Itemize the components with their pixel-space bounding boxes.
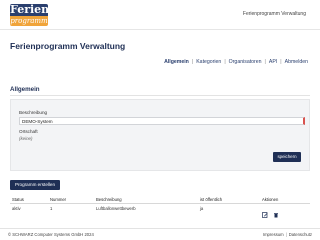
footer-separator: | (285, 232, 287, 237)
top-bar: Ferien programm Ferienprogramm Verwaltun… (0, 0, 320, 30)
tab-allgemein[interactable]: Allgemein (164, 59, 189, 65)
tab-nav: Allgemein | Kategorien | Organisatoren | API | A… (164, 59, 308, 65)
trash-icon[interactable] (273, 205, 279, 218)
settings-form: Beschreibung Ortschaft (keine) speichern (10, 99, 310, 171)
tab-separator: | (280, 59, 282, 65)
tab-abmelden[interactable]: Abmelden (285, 59, 308, 65)
tab-organisatoren[interactable]: Organisatoren (229, 59, 262, 65)
description-input[interactable] (19, 117, 305, 125)
row-status: aktiv (12, 206, 21, 211)
logo-line2: programm (10, 16, 48, 26)
logo[interactable]: Ferien programm (10, 3, 50, 26)
app-name: Ferienprogramm Verwaltung (242, 11, 306, 17)
create-program-button[interactable]: Programm erstellen (10, 180, 60, 190)
logo-line1: Ferien (10, 3, 50, 16)
table-header: Status Nummer Beschreibung ist öffentlic… (10, 195, 310, 204)
description-label: Beschreibung (19, 110, 48, 115)
footer-links: Impressum | Datenschutz (263, 232, 312, 237)
tab-separator: | (191, 59, 194, 65)
footer: © SCHWARZ Computer Systems GmbH 2024 Imp… (0, 228, 320, 240)
place-value: (keine) (19, 136, 33, 141)
page-title: Ferienprogramm Verwaltung (10, 41, 126, 51)
tab-kategorien[interactable]: Kategorien (196, 59, 221, 65)
column-header-number: Nummer (50, 197, 67, 202)
row-number: 1 (50, 206, 53, 211)
column-header-status: Status (12, 197, 24, 202)
row-public: ja (200, 206, 204, 211)
tab-api[interactable]: API (269, 59, 277, 65)
tab-separator: | (224, 59, 226, 65)
program-table: Status Nummer Beschreibung ist öffentlic… (10, 195, 310, 218)
datenschutz-link[interactable]: Datenschutz (289, 232, 312, 237)
table-row: aktiv 1 Luftballonwettbewerb ja (10, 204, 310, 218)
column-header-public: ist öffentlich (200, 197, 223, 202)
column-header-description: Beschreibung (96, 197, 122, 202)
place-label: Ortschaft (19, 129, 38, 134)
footer-copyright: © SCHWARZ Computer Systems GmbH 2024 (8, 232, 94, 237)
edit-icon[interactable] (262, 205, 268, 218)
impressum-link[interactable]: Impressum (263, 232, 284, 237)
save-button[interactable]: speichern (273, 152, 301, 162)
section-title: Allgemein (10, 86, 40, 93)
column-header-actions: Aktionen (262, 197, 279, 202)
row-description: Luftballonwettbewerb (96, 206, 136, 211)
tab-separator: | (264, 59, 266, 65)
section-divider (10, 95, 310, 96)
row-actions (262, 205, 280, 223)
